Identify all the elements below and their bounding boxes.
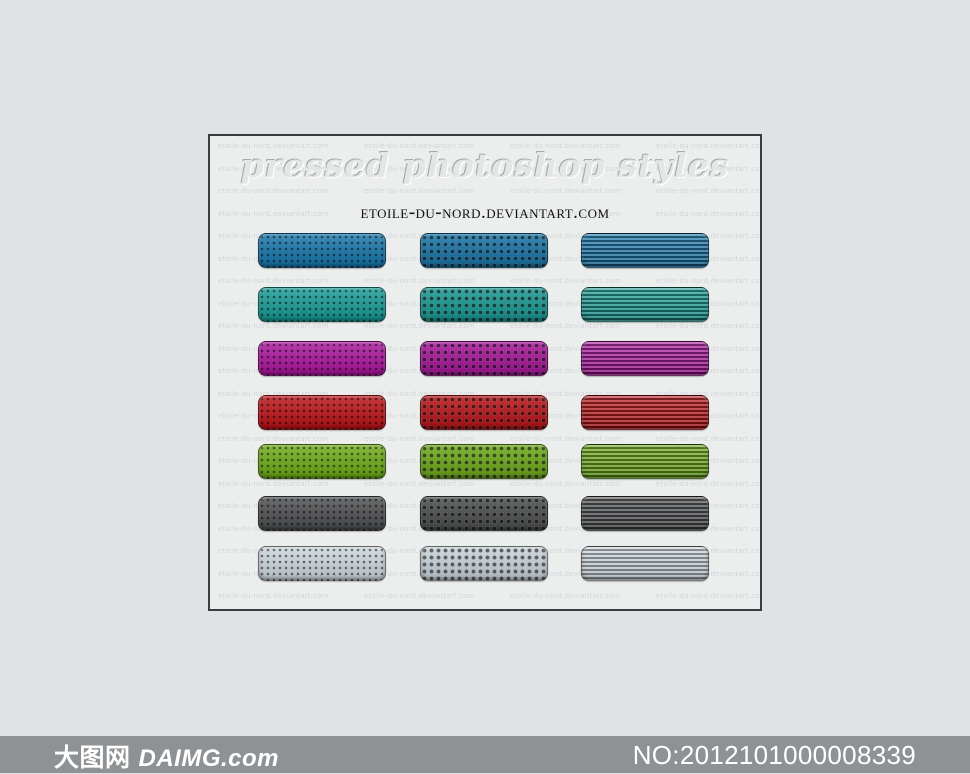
watermark-row: etoile-du-nord.deviantart.com etoile-du-n… bbox=[218, 479, 762, 488]
style-swatch-teal-dots[interactable] bbox=[258, 287, 386, 322]
footer-brand: 大图网 DAIMG.com bbox=[54, 738, 279, 774]
footer-bar: 大图网 DAIMG.com NO:2012101000008339 bbox=[0, 736, 970, 773]
watermark-text: etoile-du-nord.deviantart.com bbox=[510, 479, 621, 488]
style-swatch-light-gray-lines[interactable] bbox=[581, 546, 709, 581]
watermark-row: etoile-du-nord.deviantart.com etoile-du-n… bbox=[218, 277, 762, 285]
style-swatch-magenta-dots[interactable] bbox=[258, 341, 386, 376]
watermark-text: etoile-du-nord.deviantart.com bbox=[364, 479, 475, 488]
style-swatch-blue-lines[interactable] bbox=[581, 233, 709, 268]
style-swatch-dark-gray-grid[interactable] bbox=[420, 496, 548, 531]
poster-subtitle: etoile-du-nord.deviantart.com bbox=[360, 202, 610, 223]
watermark-row: etoile-du-nord.deviantart.com etoile-du-n… bbox=[218, 322, 762, 330]
watermark-text: etoile-du-nord.deviantart.com bbox=[510, 322, 621, 330]
watermark-text: etoile-du-nord.deviantart.com bbox=[656, 187, 762, 195]
style-swatch-red-lines[interactable] bbox=[581, 395, 709, 430]
footer-image-number: NO:2012101000008339 bbox=[632, 740, 916, 770]
watermark-text: etoile-du-nord.deviantart.com bbox=[218, 479, 329, 488]
watermark-row: etoile-du-nord.deviantart.com etoile-du-n… bbox=[218, 187, 762, 195]
watermark-text: etoile-du-nord.deviantart.com bbox=[218, 592, 329, 600]
footer-brand-cn: 大图网 bbox=[54, 744, 131, 772]
watermark-text: etoile-du-nord.deviantart.com bbox=[364, 187, 475, 195]
watermark-text: etoile-du-nord.deviantart.com bbox=[656, 479, 762, 488]
style-swatch-blue-grid[interactable] bbox=[420, 233, 548, 268]
style-swatch-blue-dots[interactable] bbox=[258, 233, 386, 268]
watermark-text: etoile-du-nord.deviantart.com bbox=[510, 277, 621, 285]
watermark-text: etoile-du-nord.deviantart.com bbox=[656, 322, 762, 330]
watermark-text: etoile-du-nord.deviantart.com bbox=[510, 187, 621, 195]
watermark-text: etoile-du-nord.deviantart.com bbox=[364, 434, 475, 443]
style-swatch-teal-grid[interactable] bbox=[420, 287, 548, 322]
style-swatch-teal-lines[interactable] bbox=[581, 287, 709, 322]
watermark-text: etoile-du-nord.deviantart.com bbox=[510, 592, 621, 600]
watermark-row: etoile-du-nord.deviantart.com etoile-du-n… bbox=[218, 592, 762, 600]
watermark-text: etoile-du-nord.deviantart.com bbox=[656, 434, 762, 443]
watermark-text: etoile-du-nord.deviantart.com bbox=[218, 322, 329, 330]
style-swatch-magenta-lines[interactable] bbox=[581, 341, 709, 376]
style-swatch-light-gray-grid[interactable] bbox=[420, 546, 548, 581]
watermark-text: etoile-du-nord.deviantart.com bbox=[656, 277, 762, 285]
style-swatch-red-grid[interactable] bbox=[420, 395, 548, 430]
watermark-text: etoile-du-nord.deviantart.com bbox=[218, 187, 329, 195]
watermark-text: etoile-du-nord.deviantart.com bbox=[364, 277, 475, 285]
watermark-text: etoile-du-nord.deviantart.com bbox=[218, 434, 329, 443]
style-swatch-dark-gray-lines[interactable] bbox=[581, 496, 709, 531]
footer-brand-domain: DAIMG.com bbox=[138, 745, 280, 772]
style-swatch-green-lines[interactable] bbox=[581, 444, 709, 479]
watermark-row: etoile-du-nord.deviantart.com etoile-du-n… bbox=[218, 434, 762, 443]
watermark-text: etoile-du-nord.deviantart.com bbox=[218, 277, 329, 285]
watermark-text: etoile-du-nord.deviantart.com bbox=[656, 592, 762, 600]
poster-title: pressed photoshop styles bbox=[240, 146, 730, 185]
style-swatch-magenta-grid[interactable] bbox=[420, 341, 548, 376]
style-swatch-green-grid[interactable] bbox=[420, 444, 548, 479]
style-swatch-green-dots[interactable] bbox=[258, 444, 386, 479]
watermark-text: etoile-du-nord.deviantart.com bbox=[510, 434, 621, 443]
style-swatch-light-gray-dots[interactable] bbox=[258, 546, 386, 581]
preview-panel: etoile-du-nord.deviantart.com etoile-du-n… bbox=[208, 134, 762, 611]
style-swatch-red-dots[interactable] bbox=[258, 395, 386, 430]
style-swatch-dark-gray-dots[interactable] bbox=[258, 496, 386, 531]
watermark-text: etoile-du-nord.deviantart.com bbox=[364, 592, 475, 600]
watermark-text: etoile-du-nord.deviantart.com bbox=[364, 322, 475, 330]
